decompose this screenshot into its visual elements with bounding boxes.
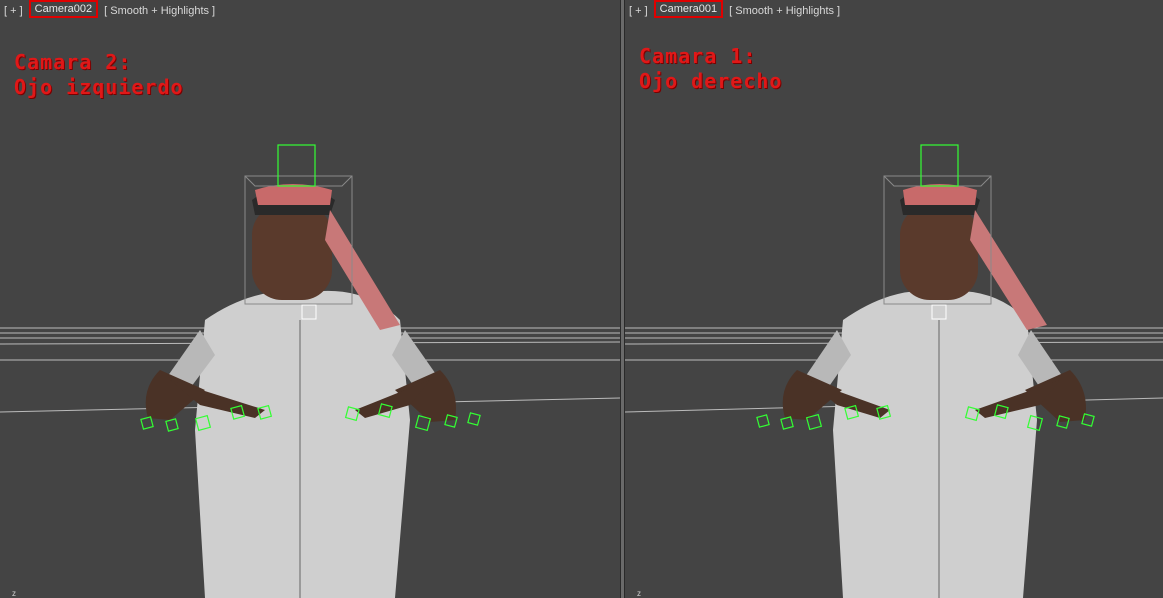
shading-mode-menu[interactable]: [ Smooth + Highlights ] <box>729 5 840 17</box>
shading-mode-menu[interactable]: [ Smooth + Highlights ] <box>104 5 215 17</box>
camera002-viewport[interactable]: [ + ] Camera002 [ Smooth + Highlights ] … <box>0 0 620 598</box>
annotation-text: Camara 2: Ojo izquierdo <box>14 50 184 100</box>
annotation-text: Camara 1: Ojo derecho <box>639 44 782 94</box>
annotation-title: Camara 2: <box>14 50 132 74</box>
annotation-title: Camara 1: <box>639 44 757 68</box>
axis-z-label: z <box>637 589 641 598</box>
viewport-label-bar: [ + ] Camera002 [ Smooth + Highlights ] <box>4 0 215 18</box>
viewport-menu-button[interactable]: [ + ] <box>629 5 648 17</box>
camera-selector[interactable]: Camera002 <box>28 0 99 18</box>
annotation-subtitle: Ojo derecho <box>639 69 783 93</box>
annotation-subtitle: Ojo izquierdo <box>14 75 184 99</box>
viewport-menu-button[interactable]: [ + ] <box>4 5 23 17</box>
viewport-label-bar: [ + ] Camera001 [ Smooth + Highlights ] <box>629 0 840 18</box>
axis-z-label: z <box>12 589 16 598</box>
camera001-viewport[interactable]: [ + ] Camera001 [ Smooth + Highlights ] … <box>625 0 1163 598</box>
axis-tripod-icon: z <box>12 589 16 598</box>
camera-selector[interactable]: Camera001 <box>653 0 724 18</box>
viewport-layout: [ + ] Camera002 [ Smooth + Highlights ] … <box>0 0 1163 598</box>
axis-tripod-icon: z <box>637 589 641 598</box>
